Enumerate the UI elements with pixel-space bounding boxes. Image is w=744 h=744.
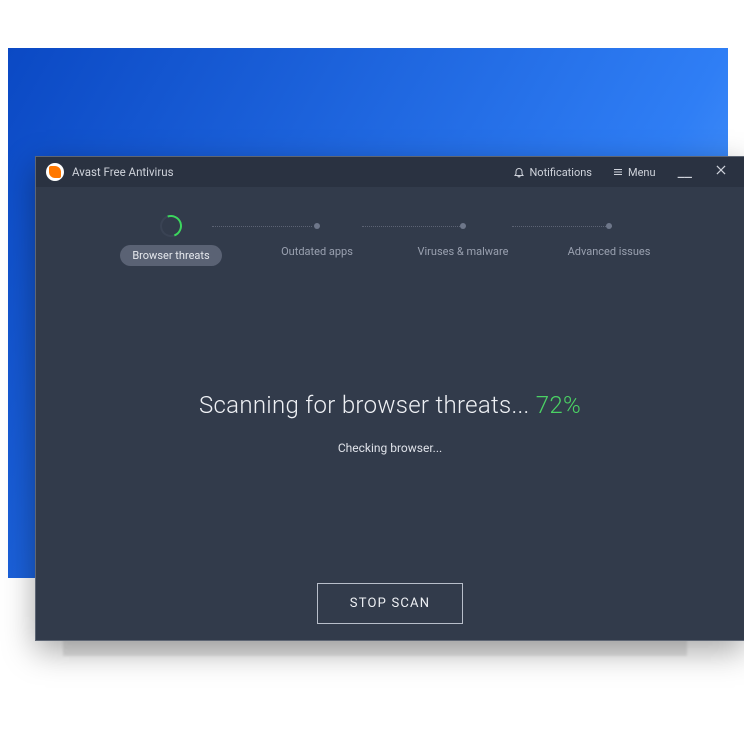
step-label: Advanced issues [568,245,651,258]
step-dot-icon [598,215,620,237]
progress-stepper: Browser threats Outdated apps Viruses & … [36,187,744,286]
step-browser-threats: Browser threats [106,215,236,266]
avast-logo-icon [46,163,64,181]
close-button[interactable] [708,163,734,181]
menu-label: Menu [628,166,656,179]
scan-headline: Scanning for browser threats... 72% [36,391,744,419]
title-bar: Avast Free Antivirus Notifications Menu … [36,157,744,187]
notifications-label: Notifications [529,166,592,179]
action-area: STOP SCAN [36,583,744,624]
step-label-active: Browser threats [120,245,221,266]
step-label: Outdated apps [281,245,353,258]
scan-percent: 72% [536,391,581,419]
step-outdated-apps: Outdated apps [252,215,382,258]
app-title: Avast Free Antivirus [72,165,174,179]
scan-text: Scanning for browser threats... [199,391,536,419]
step-advanced-issues: Advanced issues [544,215,674,258]
step-dot-icon [306,215,328,237]
notifications-button[interactable]: Notifications [507,164,598,181]
minimize-button[interactable]: __ [670,168,700,176]
step-label: Viruses & malware [418,245,509,258]
spinner-icon [160,215,182,237]
scan-status-area: Scanning for browser threats... 72% Chec… [36,391,744,455]
hamburger-icon [612,166,624,178]
menu-button[interactable]: Menu [606,164,662,181]
step-viruses-malware: Viruses & malware [398,215,528,258]
bell-icon [513,166,525,178]
scan-substatus: Checking browser... [36,441,744,455]
stop-scan-button[interactable]: STOP SCAN [317,583,463,624]
step-dot-icon [452,215,474,237]
app-window: Avast Free Antivirus Notifications Menu … [35,156,744,641]
